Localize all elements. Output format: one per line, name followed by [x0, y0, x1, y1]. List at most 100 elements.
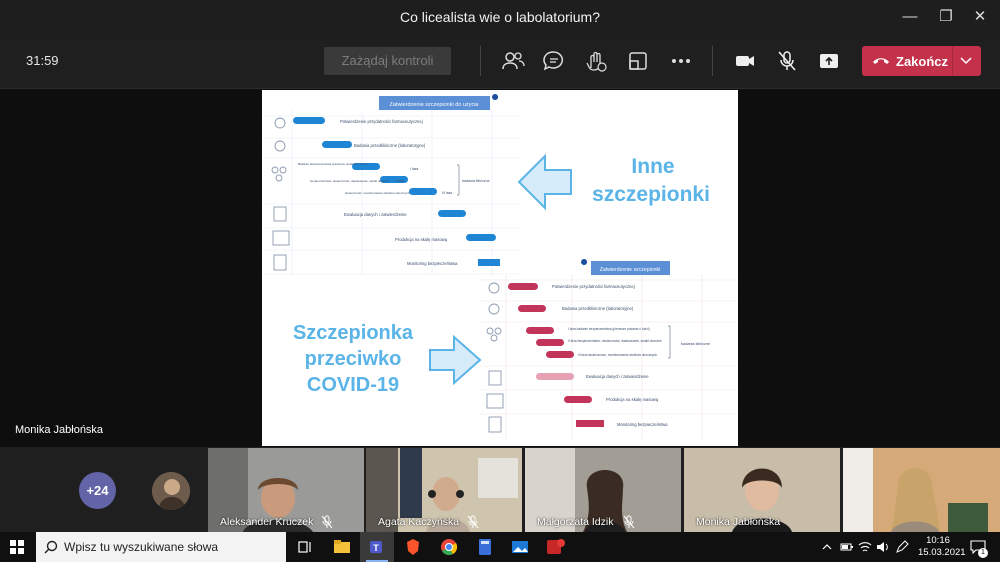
microphone-muted-icon: [623, 515, 635, 529]
task-view-icon[interactable]: [298, 540, 312, 554]
toolbar-divider: [712, 46, 713, 76]
svg-text:T: T: [373, 543, 379, 553]
avatar[interactable]: [152, 472, 190, 510]
taskbar-clock[interactable]: 10:16 15.03.2021: [918, 535, 966, 559]
label-other-line2: szczepionki: [592, 183, 710, 206]
calculator-icon[interactable]: [476, 538, 494, 556]
top-row-label: Badania przedkliniczne (laboratoryjne): [354, 143, 426, 148]
microphone-muted-icon: [321, 515, 333, 529]
top-row-label: I faza: [410, 167, 418, 171]
gantt-bar: [438, 210, 466, 217]
video-tile[interactable]: Monika Jabłońska: [684, 448, 840, 532]
title-bar: Co licealista wie o labolatorium? — ❐ ✕: [0, 0, 1000, 34]
gantt-bar: [576, 420, 604, 427]
bottom-row-label: Potwierdzenie przydatności farmaceutyczn…: [552, 284, 635, 289]
top-row-label: Produkcja na skalę masową: [395, 237, 448, 242]
presentation-slide: Zatwierdzenie szczepionki do użycia Potw…: [262, 90, 738, 446]
clock-date: 15.03.2021: [918, 547, 966, 558]
top-row-label: II faza: [395, 179, 404, 183]
participant-name: Małgorzata Idzik: [537, 516, 614, 528]
share-screen-icon[interactable]: [816, 48, 842, 74]
top-row-label: Ewaluacja danych i zatwierdzenie: [344, 212, 407, 217]
gantt-bar: [564, 396, 592, 403]
battery-icon[interactable]: [840, 541, 854, 553]
gantt-bar: [409, 188, 437, 195]
participant-name: Monika Jabłońska: [696, 516, 781, 528]
bottom-row-label: Produkcja na skalę masową: [606, 397, 659, 402]
notification-badge: 1: [978, 548, 988, 558]
file-explorer-icon[interactable]: [333, 538, 351, 556]
chrome-icon[interactable]: [440, 538, 458, 556]
bottom-chart-grid: [480, 275, 738, 440]
app-icon[interactable]: [546, 538, 566, 556]
participants-icon[interactable]: [500, 48, 526, 74]
windows-start-icon[interactable]: [10, 540, 24, 554]
minimize-icon[interactable]: —: [898, 6, 922, 28]
toolbar-divider: [480, 46, 481, 76]
clock-time: 10:16: [926, 535, 950, 546]
top-row-label: Badanie bezpieczeństwa (pierwsze podanie…: [298, 162, 367, 166]
bottom-row-label: II faza bezpieczeństwo, skuteczność, daw…: [568, 339, 662, 343]
more-participants-badge[interactable]: +24: [79, 472, 116, 509]
video-feed: [843, 448, 1000, 532]
top-row-label: skuteczność, monitorowanie skutków ubocz…: [345, 191, 410, 195]
gantt-bar: [546, 351, 574, 358]
wifi-icon[interactable]: [858, 540, 872, 554]
hang-up-icon: [873, 58, 889, 64]
end-call-button[interactable]: Zakończ: [862, 46, 981, 76]
bottom-row-label: Ewaluacja danych i zatwierdzenie: [586, 374, 649, 379]
speaker-name: Monika Jabłońska: [15, 424, 104, 436]
video-tile[interactable]: Agata Kaczyńska: [366, 448, 522, 532]
restore-icon[interactable]: ❐: [934, 6, 958, 28]
top-chart-icons: [271, 117, 290, 271]
bottom-row-label: III faza skuteczność, monitorowanie skut…: [578, 353, 657, 357]
request-control-button[interactable]: Zażądaj kontroli: [324, 47, 451, 75]
chevron-down-icon[interactable]: [960, 57, 972, 65]
pen-icon[interactable]: [895, 540, 909, 554]
label-covid-line1: Szczepionka: [293, 322, 414, 344]
chat-icon[interactable]: [541, 48, 567, 74]
slide-graphic: Zatwierdzenie szczepionki do użycia Potw…: [262, 94, 738, 440]
shared-screen-stage: Zatwierdzenie szczepionki do użycia Potw…: [0, 89, 1000, 447]
gantt-bar: [293, 117, 325, 124]
window-title: Co licealista wie o labolatorium?: [400, 9, 600, 25]
teams-taskbar-button[interactable]: T: [360, 532, 394, 562]
photos-icon[interactable]: [511, 538, 529, 556]
top-row-label: Potwierdzenie przydatności farmaceutyczn…: [340, 119, 423, 124]
participant-name: Aleksander Kruczek: [220, 516, 314, 528]
bottom-row-label: I faza badanie bezpieczeństwa (pierwsze …: [568, 327, 650, 331]
raise-hand-icon[interactable]: [583, 48, 609, 74]
more-options-icon[interactable]: [668, 48, 694, 74]
taskbar: Wpisz tu wyszukiwane słowa T 10:16 15.03…: [0, 532, 1000, 562]
label-other-line1: Inne: [631, 155, 674, 178]
video-tile[interactable]: [843, 448, 1000, 532]
volume-icon[interactable]: [875, 540, 889, 554]
top-row-label: III faza: [442, 191, 452, 195]
breakout-rooms-icon[interactable]: [625, 48, 651, 74]
video-tile[interactable]: Małgorzata Idzik: [525, 448, 681, 532]
gantt-bar: [322, 141, 352, 148]
arrow-left-icon: [517, 153, 572, 211]
bottom-row-label: badania kliniczne: [681, 342, 710, 346]
participant-strip: +24 Aleksander Kruczek Agata Kaczyńska M…: [0, 448, 1000, 532]
gantt-bar: [536, 373, 574, 380]
microphone-muted-icon[interactable]: [774, 48, 800, 74]
end-call-label: Zakończ: [896, 54, 949, 69]
chevron-up-icon[interactable]: [822, 542, 832, 552]
participant-name: Agata Kaczyńska: [378, 516, 460, 528]
bottom-chart-icons: [486, 282, 504, 433]
camera-icon[interactable]: [732, 48, 758, 74]
bottom-chart-marker-icon: [581, 259, 588, 270]
avatar-image: [152, 472, 190, 510]
taskbar-search-box[interactable]: Wpisz tu wyszukiwane słowa: [36, 532, 286, 562]
call-timer: 31:59: [26, 53, 59, 68]
video-tile[interactable]: Aleksander Kruczek: [208, 448, 364, 532]
gantt-bar: [526, 327, 554, 334]
brave-browser-icon[interactable]: [404, 538, 422, 556]
close-icon[interactable]: ✕: [968, 6, 992, 28]
teams-icon: T: [370, 541, 382, 553]
search-placeholder: Wpisz tu wyszukiwane słowa: [64, 540, 219, 554]
gantt-bar: [508, 283, 538, 290]
top-chart-marker-icon: [492, 94, 499, 105]
bottom-row-label: Badania przedkliniczne (laboratoryjne): [562, 306, 634, 311]
